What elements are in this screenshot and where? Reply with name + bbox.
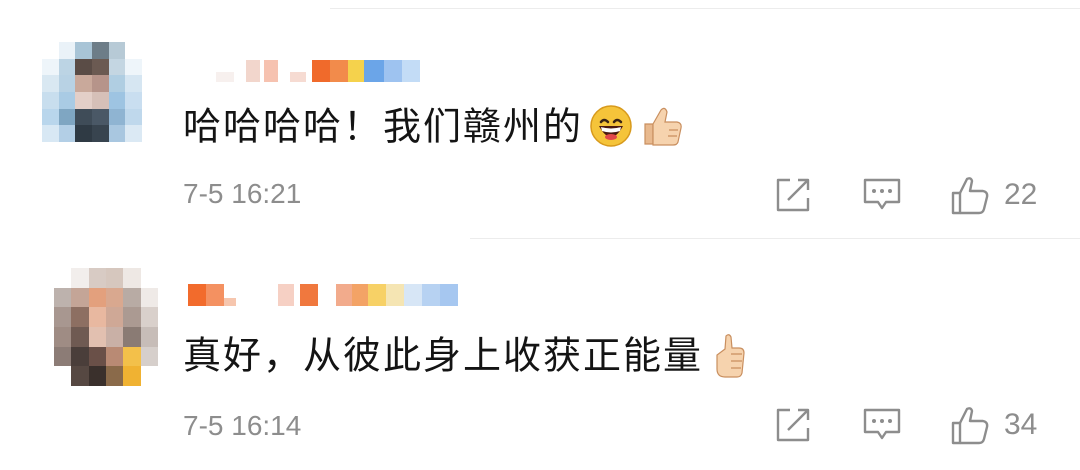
comment-timestamp: 7-5 16:14: [183, 410, 302, 441]
avatar-mosaic-cell: [125, 58, 142, 76]
avatar-mosaic-cell: [91, 108, 109, 126]
share-icon[interactable]: [774, 406, 812, 448]
avatar-mosaic-cell: [108, 75, 126, 92]
comment-text: 哈哈哈哈！我们赣州的: [183, 104, 685, 154]
avatar-mosaic-cell: [58, 91, 76, 109]
avatar-mosaic-cell: [125, 75, 142, 92]
comment-timestamp: 7-5 16:21: [183, 178, 302, 209]
avatar-mosaic-cell: [108, 91, 126, 109]
avatar-mosaic-cell: [91, 91, 109, 109]
avatar-mosaic-cell: [58, 42, 76, 59]
avatar-mosaic-cell: [123, 326, 141, 347]
avatar-mosaic-cell: [91, 42, 109, 59]
like-icon[interactable]: [949, 406, 991, 450]
avatar-mosaic-cell: [105, 366, 124, 386]
like-count: 34: [1004, 408, 1038, 441]
avatar-mosaic-cell: [42, 42, 59, 59]
share-icon[interactable]: [774, 176, 812, 218]
avatar[interactable]: [42, 42, 142, 142]
avatar-mosaic-cell: [71, 268, 89, 288]
avatar-mosaic-cell: [123, 287, 141, 308]
avatar[interactable]: [54, 268, 158, 386]
thumbs-up-emoji: [639, 104, 685, 154]
avatar-mosaic-cell: [71, 366, 89, 386]
avatar-mosaic-cell: [71, 287, 89, 308]
avatar-mosaic-cell: [105, 287, 124, 308]
avatar-mosaic-cell: [54, 366, 72, 386]
reply-icon[interactable]: [862, 406, 902, 448]
avatar-mosaic-cell: [71, 326, 89, 347]
avatar-mosaic-cell: [54, 268, 72, 288]
like-icon[interactable]: [949, 176, 991, 220]
avatar-mosaic-cell: [54, 326, 72, 347]
avatar-mosaic-cell: [71, 307, 89, 327]
avatar-mosaic-cell: [125, 108, 142, 126]
avatar-mosaic-cell: [58, 58, 76, 76]
avatar-mosaic-cell: [75, 42, 92, 59]
avatar-mosaic-cell: [123, 307, 141, 327]
avatar-mosaic-cell: [125, 91, 142, 109]
avatar-mosaic-cell: [75, 75, 92, 92]
avatar-mosaic-cell: [42, 75, 59, 92]
avatar-mosaic-cell: [123, 346, 141, 367]
avatar-mosaic-cell: [42, 91, 59, 109]
avatar-mosaic-cell: [88, 346, 106, 367]
grinning-face-emoji: [589, 104, 633, 154]
avatar-mosaic-cell: [91, 58, 109, 76]
avatar-mosaic-cell: [105, 307, 124, 327]
avatar-mosaic-cell: [54, 307, 72, 327]
avatar-mosaic-cell: [88, 287, 106, 308]
avatar-mosaic-cell: [108, 125, 126, 142]
avatar-mosaic-cell: [75, 108, 92, 126]
avatar-mosaic-cell: [108, 42, 126, 59]
comment-text: 真好，从彼此身上收获正能量: [183, 332, 749, 384]
avatar-mosaic-cell: [75, 91, 92, 109]
avatar-mosaic-cell: [140, 268, 158, 288]
avatar-mosaic-cell: [71, 346, 89, 367]
avatar-mosaic-cell: [108, 58, 126, 76]
avatar-mosaic-cell: [140, 346, 158, 367]
avatar-mosaic-cell: [88, 307, 106, 327]
avatar-mosaic-cell: [58, 125, 76, 142]
avatar-mosaic-cell: [75, 125, 92, 142]
username-blurred[interactable]: [216, 60, 421, 82]
avatar-mosaic-cell: [108, 108, 126, 126]
avatar-mosaic-cell: [91, 125, 109, 142]
avatar-mosaic-cell: [140, 366, 158, 386]
avatar-mosaic-cell: [42, 108, 59, 126]
like-count: 22: [1004, 178, 1038, 211]
avatar-mosaic-cell: [75, 58, 92, 76]
avatar-mosaic-cell: [105, 326, 124, 347]
avatar-mosaic-cell: [88, 268, 106, 288]
avatar-mosaic-cell: [42, 125, 59, 142]
comment-actions: 34: [774, 406, 1074, 446]
top-divider: [330, 8, 1080, 9]
avatar-mosaic-cell: [58, 75, 76, 92]
avatar-mosaic-cell: [140, 287, 158, 308]
avatar-mosaic-cell: [125, 125, 142, 142]
avatar-mosaic-cell: [123, 268, 141, 288]
reply-icon[interactable]: [862, 176, 902, 218]
avatar-mosaic-cell: [125, 42, 142, 59]
avatar-mosaic-cell: [140, 307, 158, 327]
thumbs-up-emoji: [709, 332, 749, 384]
avatar-mosaic-cell: [88, 326, 106, 347]
avatar-mosaic-cell: [54, 287, 72, 308]
avatar-mosaic-cell: [88, 366, 106, 386]
avatar-mosaic-cell: [105, 346, 124, 367]
avatar-mosaic-cell: [91, 75, 109, 92]
comment-actions: 22: [774, 176, 1074, 216]
username-blurred[interactable]: [188, 284, 468, 306]
avatar-mosaic-cell: [58, 108, 76, 126]
avatar-mosaic-cell: [54, 346, 72, 367]
avatar-mosaic-cell: [42, 58, 59, 76]
avatar-mosaic-cell: [140, 326, 158, 347]
avatar-mosaic-cell: [123, 366, 141, 386]
avatar-mosaic-cell: [105, 268, 124, 288]
comment-divider: [470, 238, 1080, 239]
